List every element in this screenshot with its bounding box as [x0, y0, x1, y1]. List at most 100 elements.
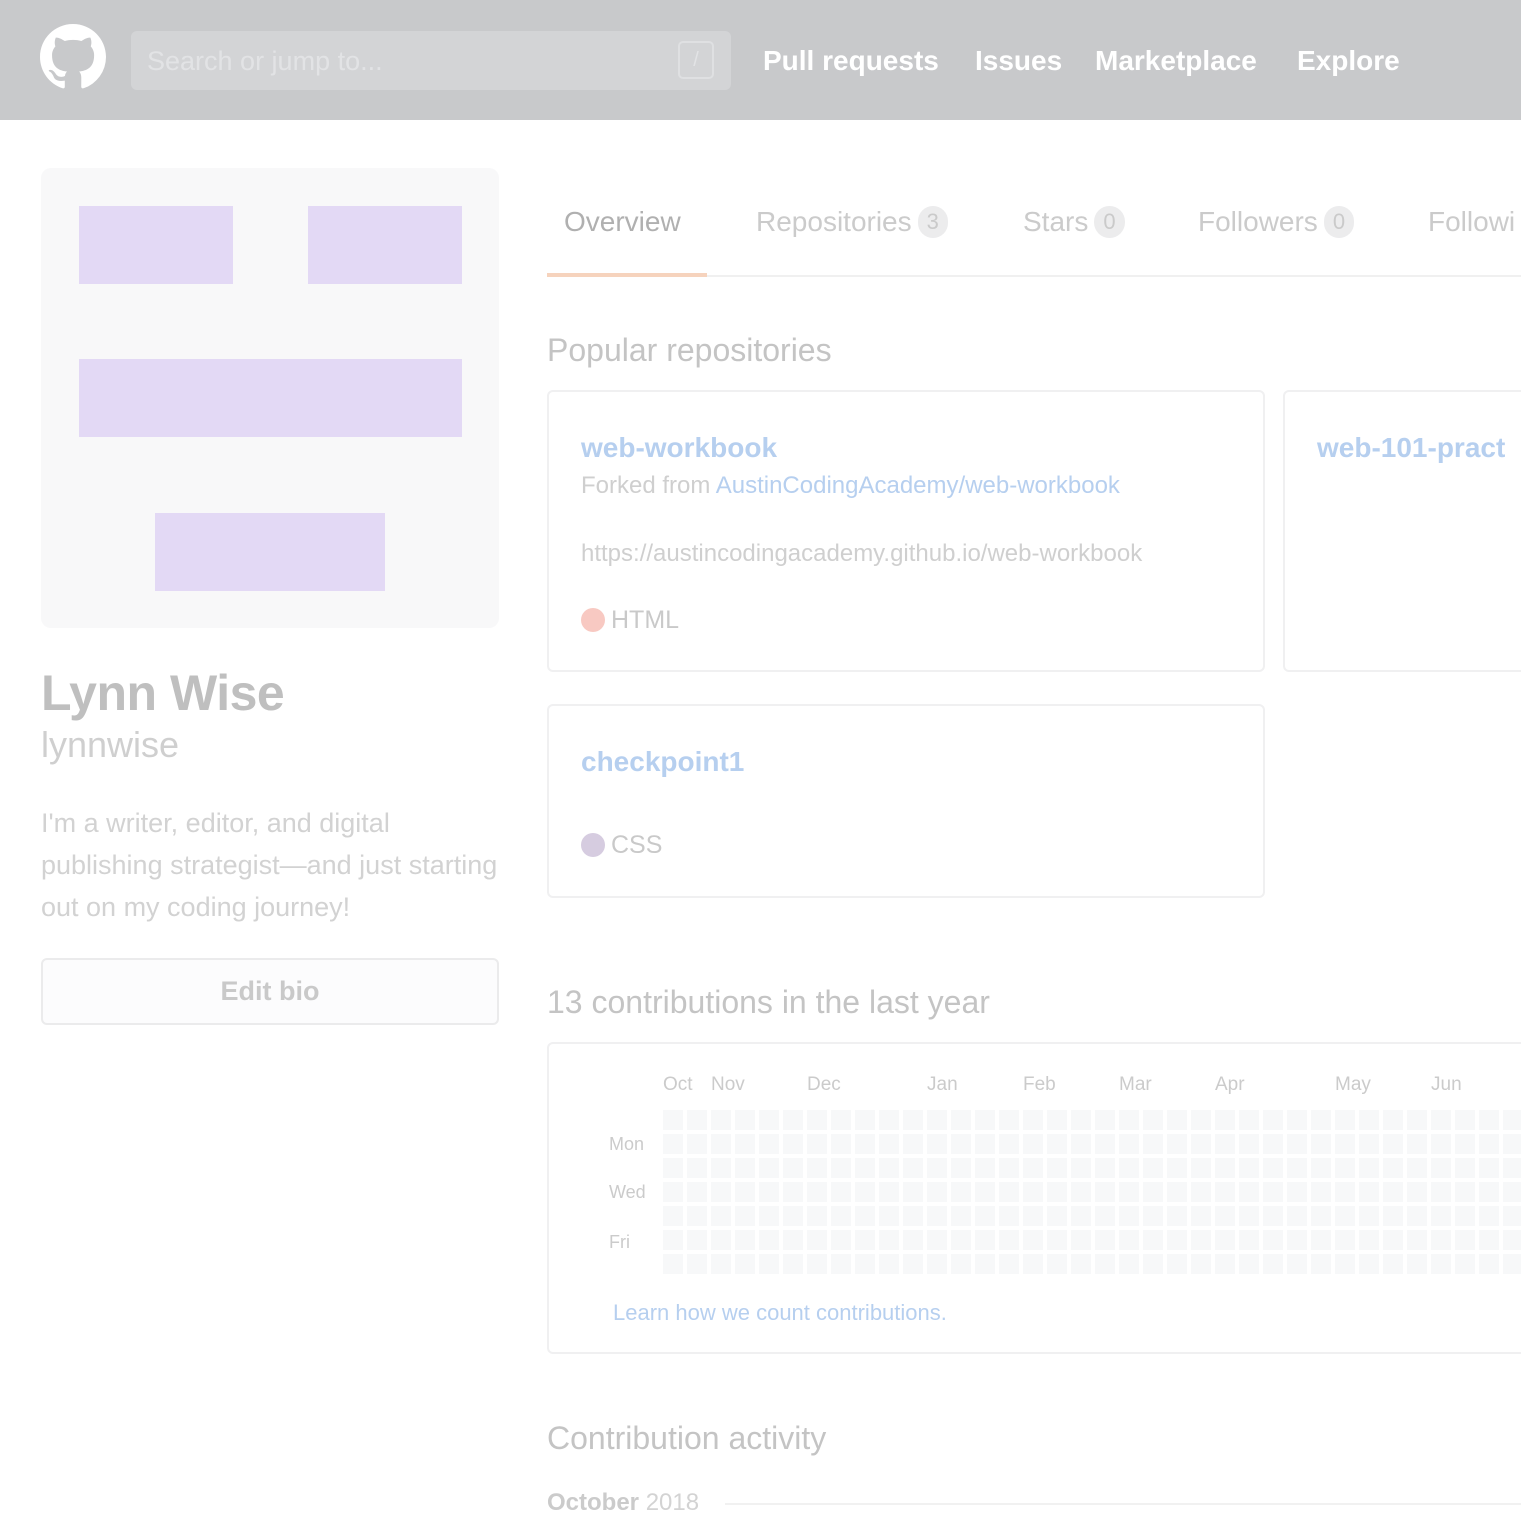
nav-pull-requests[interactable]: Pull requests [763, 44, 939, 78]
contribution-day-cell [735, 1158, 755, 1178]
contribution-day-cell [1479, 1182, 1499, 1202]
popular-repositories-heading: Popular repositories [547, 332, 832, 368]
contribution-day-cell [663, 1230, 683, 1250]
contribution-day-cell [831, 1230, 851, 1250]
repo-description: https://austincodingacademy.github.io/we… [581, 540, 1143, 567]
forked-prefix: Forked from [581, 472, 711, 499]
contribution-day-cell [1431, 1158, 1451, 1178]
contribution-day-cell [1383, 1182, 1403, 1202]
contribution-day-cell [1095, 1206, 1115, 1226]
learn-contributions-link[interactable]: Learn how we count contributions. [613, 1300, 947, 1326]
contribution-day-cell [759, 1110, 779, 1130]
contribution-day-cell [1503, 1206, 1521, 1226]
month-label: Jan [927, 1074, 958, 1095]
contribution-day-cell [1431, 1182, 1451, 1202]
contribution-day-cell [687, 1254, 707, 1274]
contribution-day-cell [903, 1134, 923, 1154]
contribution-day-cell [1071, 1134, 1091, 1154]
contribution-day-cell [1287, 1254, 1307, 1274]
contribution-day-cell [975, 1158, 995, 1178]
month-label: Mar [1119, 1074, 1152, 1095]
contribution-day-cell [1407, 1134, 1427, 1154]
contribution-day-cell [663, 1158, 683, 1178]
edit-bio-button[interactable]: Edit bio [41, 958, 499, 1025]
nav-marketplace[interactable]: Marketplace [1095, 44, 1257, 78]
contribution-day-cell [831, 1182, 851, 1202]
contribution-day-cell [1047, 1206, 1067, 1226]
contribution-day-cell [1191, 1134, 1211, 1154]
contribution-day-cell [999, 1182, 1019, 1202]
contribution-day-cell [1455, 1134, 1475, 1154]
contribution-day-cell [1167, 1134, 1187, 1154]
contribution-day-cell [1191, 1230, 1211, 1250]
contribution-day-cell [951, 1206, 971, 1226]
contribution-day-cell [807, 1206, 827, 1226]
contribution-day-cell [735, 1254, 755, 1274]
contribution-day-cell [1311, 1158, 1331, 1178]
contribution-day-cell [807, 1134, 827, 1154]
profile-username: lynnwise [41, 724, 180, 765]
contribution-day-cell [687, 1206, 707, 1226]
contribution-day-cell [1167, 1110, 1187, 1130]
contributions-heading: 13 contributions in the last year [547, 984, 990, 1020]
contribution-day-cell [663, 1254, 683, 1274]
contribution-day-cell [1215, 1134, 1235, 1154]
contribution-day-cell [1311, 1230, 1331, 1250]
contribution-day-cell [1335, 1230, 1355, 1250]
contribution-day-cell [783, 1182, 803, 1202]
tab-overview[interactable]: Overview [564, 204, 681, 240]
contribution-day-cell [1479, 1254, 1499, 1274]
forked-from-link[interactable]: AustinCodingAcademy/web-workbook [716, 472, 1120, 499]
avatar[interactable] [41, 168, 499, 628]
identicon-block [308, 206, 462, 284]
tab-repositories[interactable]: Repositories 3 [756, 204, 948, 240]
contribution-day-cell [1359, 1158, 1379, 1178]
contribution-day-cell [783, 1206, 803, 1226]
contribution-day-cell [687, 1134, 707, 1154]
tab-following[interactable]: Followi [1428, 204, 1515, 240]
repo-link[interactable]: checkpoint1 [581, 746, 744, 778]
contribution-activity-heading: Contribution activity [547, 1420, 827, 1456]
contribution-day-cell [951, 1134, 971, 1154]
contribution-day-cell [1407, 1182, 1427, 1202]
contribution-day-cell [1287, 1110, 1307, 1130]
contribution-day-cell [1071, 1158, 1091, 1178]
month-label: Nov [711, 1074, 745, 1095]
contribution-day-cell [783, 1110, 803, 1130]
contribution-day-cell [1071, 1206, 1091, 1226]
nav-issues[interactable]: Issues [975, 44, 1062, 78]
repo-link[interactable]: web-workbook [581, 432, 777, 464]
contribution-day-cell [1119, 1254, 1139, 1274]
repo-link[interactable]: web-101-pract [1317, 432, 1505, 464]
contribution-day-cell [1143, 1206, 1163, 1226]
contribution-day-cell [1023, 1254, 1043, 1274]
contribution-day-cell [1407, 1158, 1427, 1178]
contribution-day-cell [999, 1158, 1019, 1178]
contribution-day-cell [855, 1230, 875, 1250]
contribution-day-cell [1095, 1158, 1115, 1178]
contribution-day-cell [831, 1206, 851, 1226]
contribution-day-cell [1095, 1230, 1115, 1250]
tab-stars[interactable]: Stars 0 [1023, 204, 1125, 240]
github-octocat-icon[interactable] [40, 24, 106, 90]
contribution-day-cell [1023, 1110, 1043, 1130]
contribution-day-cell [1263, 1206, 1283, 1226]
tab-followers[interactable]: Followers 0 [1198, 204, 1355, 240]
contribution-day-cell [903, 1206, 923, 1226]
contribution-day-cell [1263, 1110, 1283, 1130]
profile-display-name: Lynn Wise [41, 665, 285, 721]
contribution-day-cell [1143, 1182, 1163, 1202]
contribution-calendar: Oct Nov Dec Jan Feb Mar Apr May Jun Mon … [547, 1042, 1521, 1354]
search-input[interactable]: Search or jump to... / [131, 31, 731, 90]
month-label: Dec [807, 1074, 841, 1095]
contribution-day-cell [975, 1110, 995, 1130]
contribution-day-cell [1359, 1182, 1379, 1202]
contribution-day-cell [1311, 1206, 1331, 1226]
contribution-day-cell [999, 1254, 1019, 1274]
contribution-day-cell [831, 1254, 851, 1274]
contribution-day-cell [1335, 1206, 1355, 1226]
search-shortcut-badge: / [678, 41, 714, 79]
contribution-day-cell [1431, 1134, 1451, 1154]
nav-explore[interactable]: Explore [1297, 44, 1400, 78]
contribution-day-cell [1431, 1230, 1451, 1250]
